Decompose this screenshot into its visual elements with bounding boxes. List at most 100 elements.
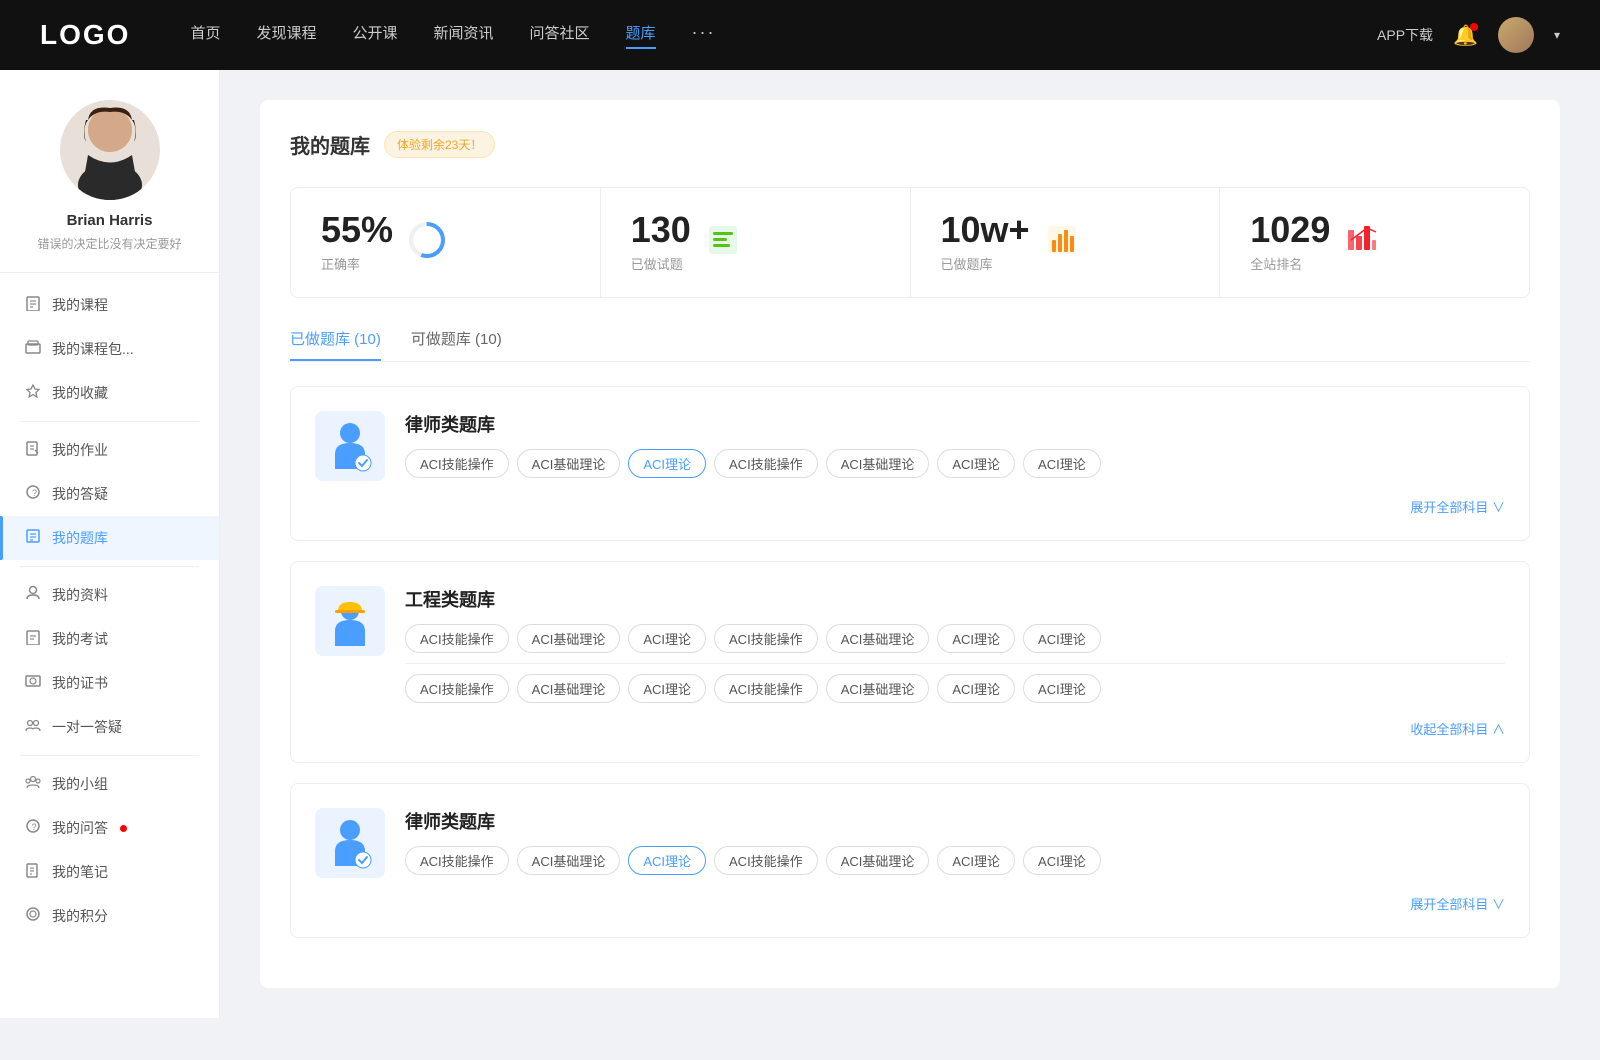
qbank-tag[interactable]: ACI基础理论 bbox=[517, 674, 621, 703]
qbank-tag[interactable]: ACI基础理论 bbox=[826, 624, 930, 653]
menu-item-homework[interactable]: 我的作业 bbox=[0, 428, 219, 472]
qbank-tag[interactable]: ACI基础理论 bbox=[517, 846, 621, 875]
logo: LOGO bbox=[40, 19, 130, 51]
one-on-one-icon bbox=[24, 717, 42, 737]
qbank-tag[interactable]: ACI技能操作 bbox=[714, 846, 818, 875]
menu-item-notes[interactable]: 我的笔记 bbox=[0, 850, 219, 894]
content-card: 我的题库 体验剩余23天！ 55% 正确率 bbox=[260, 100, 1560, 988]
qbank-tag[interactable]: ACI技能操作 bbox=[405, 624, 509, 653]
questions-notification-dot bbox=[120, 825, 127, 832]
done-questions-value: 130 bbox=[631, 212, 691, 248]
tab-available-banks[interactable]: 可做题库 (10) bbox=[411, 328, 502, 361]
qbank-icon bbox=[24, 528, 42, 548]
qbank-tag[interactable]: ACI技能操作 bbox=[714, 674, 818, 703]
qbank-tag[interactable]: ACI理论 bbox=[1023, 674, 1101, 703]
done-banks-label: 已做题库 bbox=[941, 254, 1030, 273]
menu-item-exam[interactable]: 我的考试 bbox=[0, 617, 219, 661]
user-avatar[interactable] bbox=[1498, 17, 1534, 53]
qbank-tag[interactable]: ACI基础理论 bbox=[826, 846, 930, 875]
qbank-tag-selected[interactable]: ACI理论 bbox=[628, 846, 706, 875]
menu-divider-3 bbox=[20, 755, 199, 756]
qbank-tag[interactable]: ACI理论 bbox=[1023, 624, 1101, 653]
ranking-icon bbox=[1344, 222, 1380, 263]
qbank-tag[interactable]: ACI技能操作 bbox=[405, 449, 509, 478]
qa-icon: ? bbox=[24, 484, 42, 504]
nav-open-course[interactable]: 公开课 bbox=[352, 22, 397, 49]
qbank-tag[interactable]: ACI技能操作 bbox=[405, 846, 509, 875]
course-package-icon bbox=[24, 339, 42, 359]
menu-item-course-package[interactable]: 我的课程包... bbox=[0, 327, 219, 371]
menu-item-qbank[interactable]: 我的题库 bbox=[0, 516, 219, 560]
svg-text:?: ? bbox=[32, 488, 37, 498]
profile-motto: 错误的决定比没有决定要好 bbox=[37, 235, 181, 252]
menu-label-notes: 我的笔记 bbox=[52, 862, 108, 882]
sidebar: Brian Harris 错误的决定比没有决定要好 我的课程 我的课程包... bbox=[0, 70, 220, 1018]
qbank-title-lawyer-2: 律师类题库 bbox=[405, 808, 1505, 834]
menu-item-questions[interactable]: ? 我的问答 bbox=[0, 806, 219, 850]
menu-item-course[interactable]: 我的课程 bbox=[0, 283, 219, 327]
qbank-tag[interactable]: ACI理论 bbox=[937, 674, 1015, 703]
menu-item-favorites[interactable]: 我的收藏 bbox=[0, 371, 219, 415]
menu-label-course-package: 我的课程包... bbox=[52, 339, 134, 359]
menu-label-homework: 我的作业 bbox=[52, 440, 108, 460]
qbank-tag[interactable]: ACI理论 bbox=[1023, 449, 1101, 478]
page-header: 我的题库 体验剩余23天！ bbox=[290, 130, 1530, 159]
qbank-tag[interactable]: ACI技能操作 bbox=[714, 624, 818, 653]
menu-item-qa-answer[interactable]: ? 我的答疑 bbox=[0, 472, 219, 516]
nav-qa[interactable]: 问答社区 bbox=[530, 22, 590, 49]
course-icon bbox=[24, 295, 42, 315]
profile-name: Brian Harris bbox=[67, 212, 153, 229]
menu-label-favorites: 我的收藏 bbox=[52, 383, 108, 403]
qbank-tag[interactable]: ACI基础理论 bbox=[517, 624, 621, 653]
menu-item-profile[interactable]: 我的资料 bbox=[0, 573, 219, 617]
menu-item-one-on-one[interactable]: 一对一答疑 bbox=[0, 705, 219, 749]
avatar-image bbox=[1498, 17, 1534, 53]
expand-button-lawyer-2[interactable]: 展开全部科目 ∨ bbox=[315, 894, 1505, 913]
qbank-tag[interactable]: ACI理论 bbox=[937, 624, 1015, 653]
qbank-tags-engineer-row2: ACI技能操作 ACI基础理论 ACI理论 ACI技能操作 ACI基础理论 AC… bbox=[405, 663, 1505, 703]
qbank-tag[interactable]: ACI基础理论 bbox=[826, 449, 930, 478]
qbank-icon-lawyer-1 bbox=[315, 411, 385, 481]
nav-more[interactable]: ··· bbox=[692, 22, 716, 49]
nav-home[interactable]: 首页 bbox=[190, 22, 220, 49]
points-icon bbox=[24, 906, 42, 926]
menu-label-qbank: 我的题库 bbox=[52, 528, 108, 548]
accuracy-label: 正确率 bbox=[321, 254, 393, 273]
menu-label-group: 我的小组 bbox=[52, 774, 108, 794]
menu-label-certificate: 我的证书 bbox=[52, 673, 108, 693]
user-dropdown-icon[interactable]: ▾ bbox=[1554, 28, 1560, 42]
qbank-tags-engineer-row1: ACI技能操作 ACI基础理论 ACI理论 ACI技能操作 ACI基础理论 AC… bbox=[405, 624, 1505, 653]
done-banks-value: 10w+ bbox=[941, 212, 1030, 248]
ranking-label: 全站排名 bbox=[1250, 254, 1330, 273]
nav-news[interactable]: 新闻资讯 bbox=[434, 22, 494, 49]
app-download-button[interactable]: APP下载 bbox=[1377, 25, 1433, 45]
expand-button-lawyer-1[interactable]: 展开全部科目 ∨ bbox=[315, 497, 1505, 516]
qbank-section-lawyer-2: 律师类题库 ACI技能操作 ACI基础理论 ACI理论 ACI技能操作 ACI基… bbox=[290, 783, 1530, 938]
expand-button-engineer[interactable]: 收起全部科目 ∧ bbox=[315, 719, 1505, 738]
notification-bell[interactable]: 🔔 bbox=[1453, 23, 1478, 48]
qbank-tag[interactable]: ACI理论 bbox=[628, 674, 706, 703]
stat-done-banks: 10w+ 已做题库 bbox=[911, 188, 1221, 297]
main-content: 我的题库 体验剩余23天！ 55% 正确率 bbox=[220, 70, 1600, 1018]
qbank-tag[interactable]: ACI基础理论 bbox=[826, 674, 930, 703]
qbank-tag[interactable]: ACI理论 bbox=[937, 449, 1015, 478]
qbank-tag[interactable]: ACI理论 bbox=[628, 624, 706, 653]
menu-item-certificate[interactable]: 我的证书 bbox=[0, 661, 219, 705]
qbank-tag[interactable]: ACI理论 bbox=[937, 846, 1015, 875]
certificate-icon bbox=[24, 673, 42, 693]
qbank-tag[interactable]: ACI基础理论 bbox=[517, 449, 621, 478]
qbank-tag[interactable]: ACI理论 bbox=[1023, 846, 1101, 875]
page-title: 我的题库 bbox=[290, 130, 370, 159]
nav-qbank[interactable]: 题库 bbox=[626, 22, 656, 49]
stat-accuracy: 55% 正确率 bbox=[291, 188, 601, 297]
nav-discover[interactable]: 发现课程 bbox=[256, 22, 316, 49]
menu-item-points[interactable]: 我的积分 bbox=[0, 894, 219, 938]
avatar-svg bbox=[60, 100, 160, 200]
stats-row: 55% 正确率 130 已做试题 bbox=[290, 187, 1530, 298]
done-questions-icon bbox=[705, 222, 741, 263]
qbank-tag-selected[interactable]: ACI理论 bbox=[628, 449, 706, 478]
menu-item-group[interactable]: 我的小组 bbox=[0, 762, 219, 806]
qbank-tag[interactable]: ACI技能操作 bbox=[405, 674, 509, 703]
tab-done-banks[interactable]: 已做题库 (10) bbox=[290, 328, 381, 361]
qbank-tag[interactable]: ACI技能操作 bbox=[714, 449, 818, 478]
